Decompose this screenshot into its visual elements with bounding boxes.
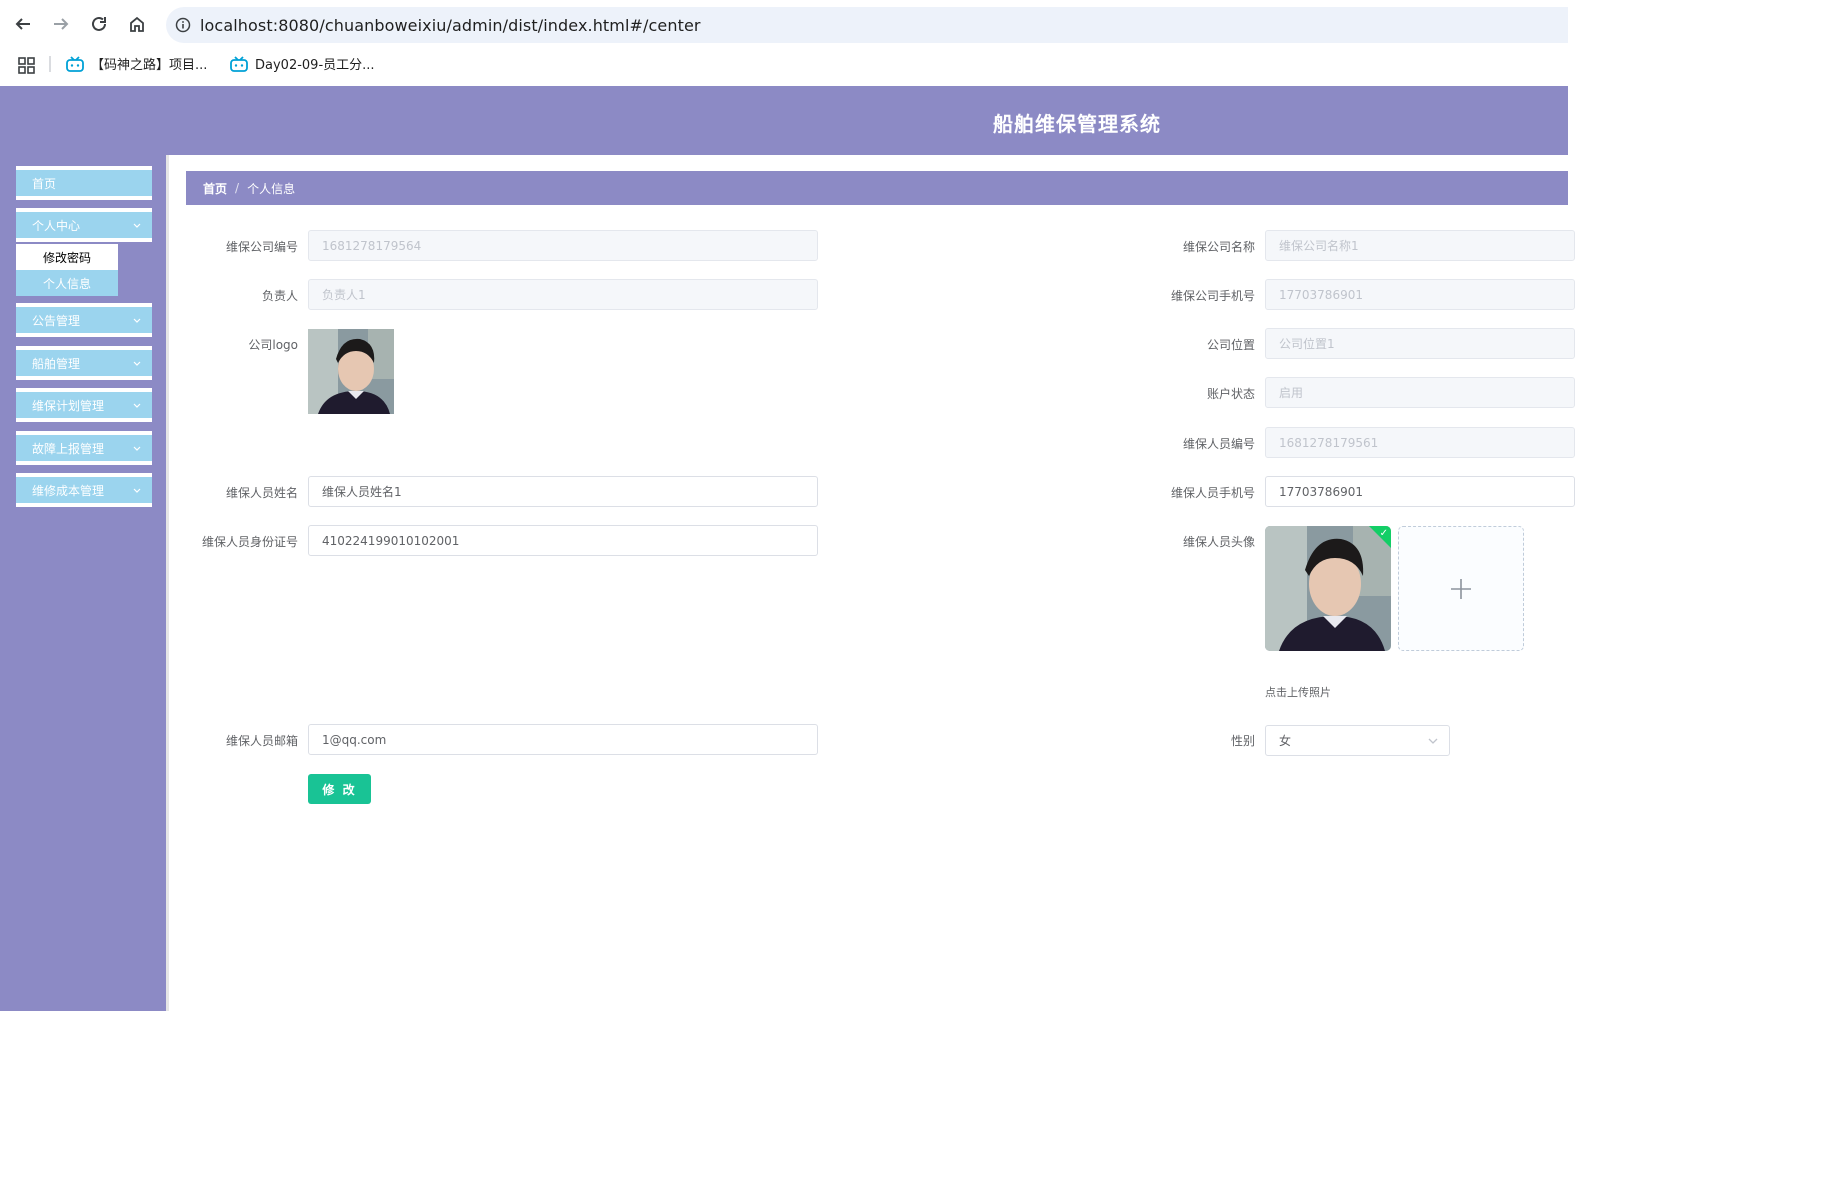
manager-value: 负责人1 bbox=[322, 288, 366, 302]
company-phone-label: 维保公司手机号 bbox=[1170, 289, 1255, 303]
sidebar-item-ships[interactable]: 船舶管理 bbox=[16, 346, 152, 380]
site-info-icon bbox=[175, 17, 191, 33]
sidebar-item-label: 船舶管理 bbox=[32, 356, 81, 371]
chevron-down-icon bbox=[133, 223, 141, 228]
bilibili-icon bbox=[230, 55, 248, 72]
staff-phone-label: 维保人员手机号 bbox=[1170, 486, 1255, 500]
check-icon: ✓ bbox=[1379, 528, 1388, 539]
breadcrumb-separator: / bbox=[235, 181, 240, 195]
staff-no-label: 维保人员编号 bbox=[1182, 437, 1255, 451]
apps-button[interactable] bbox=[18, 57, 35, 78]
home-icon bbox=[130, 16, 144, 32]
breadcrumb-home[interactable]: 首页 bbox=[203, 180, 227, 197]
plus-icon bbox=[1451, 578, 1471, 599]
app-title: 船舶维保管理系统 bbox=[993, 112, 1161, 136]
staff-avatar-label: 维保人员头像 bbox=[1182, 535, 1255, 549]
company-phone-value: 17703786901 bbox=[1279, 287, 1363, 302]
reload-button[interactable] bbox=[85, 10, 113, 38]
reload-icon bbox=[92, 16, 106, 31]
chevron-down-icon bbox=[133, 403, 141, 408]
update-button[interactable]: 修 改 bbox=[308, 774, 371, 804]
staff-name-value: 维保人员姓名1 bbox=[322, 485, 402, 499]
back-arrow-icon bbox=[15, 18, 30, 30]
staff-id-value: 410224199010102001 bbox=[322, 533, 460, 548]
upload-tip: 点击上传照片 bbox=[1265, 686, 1331, 699]
chevron-down-icon bbox=[133, 446, 141, 451]
sidebar-item-announcements[interactable]: 公告管理 bbox=[16, 303, 152, 337]
sidebar-item-label: 故障上报管理 bbox=[32, 441, 105, 456]
bookmark-label: Day02-09-员工分... bbox=[255, 58, 375, 73]
account-status-value: 启用 bbox=[1279, 386, 1304, 400]
apps-grid-icon bbox=[18, 57, 35, 74]
bookmarks-divider bbox=[49, 56, 51, 72]
sidebar-item-label: 维修成本管理 bbox=[32, 483, 105, 498]
staff-id-label: 维保人员身份证号 bbox=[201, 535, 298, 549]
sidebar-item-label: 维保计划管理 bbox=[32, 398, 105, 413]
staff-name-input[interactable]: 维保人员姓名1 bbox=[308, 476, 818, 507]
account-status-field: 启用 bbox=[1265, 377, 1575, 408]
sidebar-item-maintenance-plans[interactable]: 维保计划管理 bbox=[16, 388, 152, 422]
browser-toolbar: localhost:8080/chuanboweixiu/admin/dist/… bbox=[0, 0, 1568, 50]
submenu-item-change-password[interactable]: 修改密码 bbox=[16, 244, 118, 270]
sidebar-item-label: 公告管理 bbox=[32, 313, 81, 328]
manager-field: 负责人1 bbox=[308, 279, 818, 310]
chevron-down-icon bbox=[133, 361, 141, 366]
sidebar-item-home[interactable]: 首页 bbox=[16, 166, 152, 200]
staff-no-value: 1681278179561 bbox=[1279, 435, 1379, 450]
company-name-field: 维保公司名称1 bbox=[1265, 230, 1575, 261]
breadcrumb: 首页 / 个人信息 bbox=[186, 171, 1568, 205]
bookmarks-bar: 【码神之路】项目... Day02-09-员工分... bbox=[0, 50, 1568, 86]
app-header: 船舶维保管理系统 bbox=[0, 86, 1568, 155]
staff-phone-input[interactable]: 17703786901 bbox=[1265, 476, 1575, 507]
company-name-value: 维保公司名称1 bbox=[1279, 239, 1359, 253]
bilibili-icon bbox=[66, 55, 84, 72]
staff-email-input[interactable]: 1@qq.com bbox=[308, 724, 818, 755]
account-status-label: 账户状态 bbox=[1206, 387, 1255, 401]
gender-label: 性别 bbox=[1230, 734, 1255, 748]
staff-email-label: 维保人员邮箱 bbox=[225, 734, 298, 748]
sidebar-item-repair-costs[interactable]: 维修成本管理 bbox=[16, 473, 152, 507]
sidebar-divider bbox=[166, 155, 169, 1011]
forward-arrow-icon bbox=[54, 18, 69, 30]
staff-id-input[interactable]: 410224199010102001 bbox=[308, 525, 818, 556]
bookmark-label: 【码神之路】项目... bbox=[91, 58, 208, 73]
company-no-value: 1681278179564 bbox=[322, 238, 422, 253]
sidebar-item-label: 首页 bbox=[32, 176, 57, 191]
company-phone-field: 17703786901 bbox=[1265, 279, 1575, 310]
company-location-value: 公司位置1 bbox=[1279, 337, 1335, 351]
company-no-label: 维保公司编号 bbox=[225, 240, 298, 254]
staff-name-label: 维保人员姓名 bbox=[225, 486, 298, 500]
home-button[interactable] bbox=[123, 10, 151, 38]
company-location-label: 公司位置 bbox=[1206, 338, 1255, 352]
company-location-field: 公司位置1 bbox=[1265, 328, 1575, 359]
chevron-down-icon bbox=[1428, 738, 1438, 744]
bookmark-item[interactable]: Day02-09-员工分... bbox=[230, 54, 375, 73]
chevron-down-icon bbox=[133, 318, 141, 323]
bookmark-item[interactable]: 【码神之路】项目... bbox=[66, 54, 207, 73]
staff-phone-value: 17703786901 bbox=[1279, 484, 1363, 499]
address-bar[interactable]: localhost:8080/chuanboweixiu/admin/dist/… bbox=[166, 7, 1568, 43]
chevron-down-icon bbox=[133, 488, 141, 493]
staff-email-value: 1@qq.com bbox=[322, 732, 387, 747]
forward-button[interactable] bbox=[47, 10, 75, 38]
submenu-item-personal-info[interactable]: 个人信息 bbox=[16, 270, 118, 296]
company-logo-label: 公司logo bbox=[248, 338, 298, 352]
breadcrumb-current: 个人信息 bbox=[247, 181, 296, 196]
staff-no-field: 1681278179561 bbox=[1265, 427, 1575, 458]
manager-label: 负责人 bbox=[261, 289, 298, 303]
sidebar-item-fault-reports[interactable]: 故障上报管理 bbox=[16, 431, 152, 465]
gender-select[interactable]: 女 bbox=[1265, 725, 1450, 756]
avatar-upload-button[interactable] bbox=[1398, 526, 1524, 651]
sidebar-item-label: 个人中心 bbox=[32, 218, 81, 233]
personal-center-submenu: 修改密码 个人信息 bbox=[16, 244, 118, 296]
gender-value: 女 bbox=[1279, 734, 1292, 748]
back-button[interactable] bbox=[9, 10, 37, 38]
address-url[interactable]: localhost:8080/chuanboweixiu/admin/dist/… bbox=[200, 16, 701, 35]
site-info-button[interactable] bbox=[166, 17, 200, 33]
sidebar-item-personal-center[interactable]: 个人中心 bbox=[16, 208, 152, 242]
company-no-field: 1681278179564 bbox=[308, 230, 818, 261]
company-logo-image bbox=[308, 329, 394, 414]
company-name-label: 维保公司名称 bbox=[1182, 240, 1255, 254]
staff-avatar-image[interactable]: ✓ bbox=[1265, 526, 1391, 651]
